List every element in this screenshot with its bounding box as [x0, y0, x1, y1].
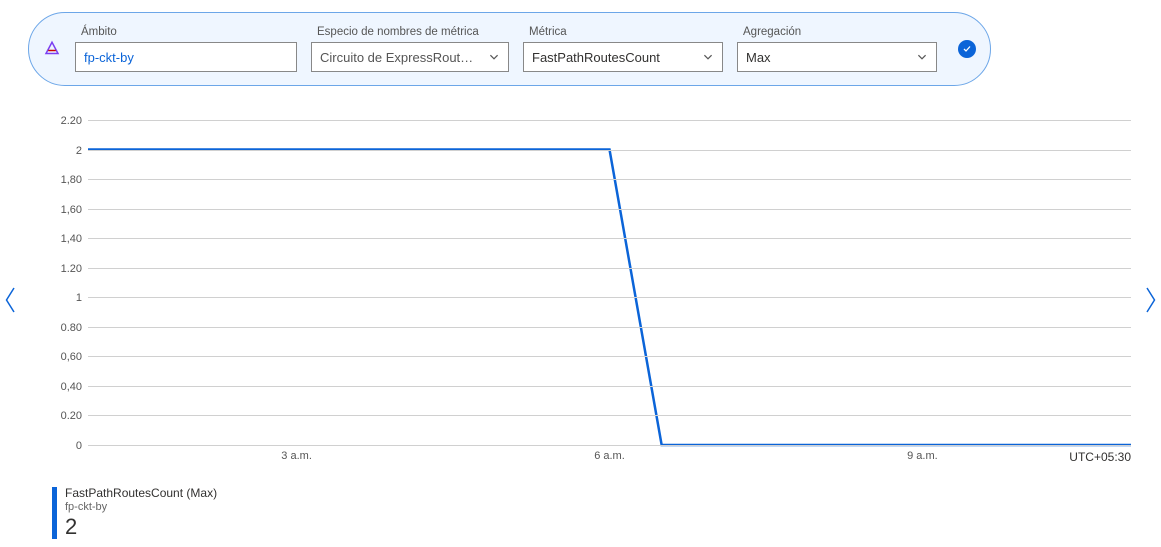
y-axis-tick-label: 1,40: [61, 233, 88, 245]
scope-icon: [43, 40, 61, 58]
chevron-down-icon: [702, 51, 714, 63]
chart-legend: FastPathRoutesCount (Max) fp-ckt-by 2: [52, 487, 217, 539]
prev-timerange-button[interactable]: [0, 280, 22, 320]
chart-gridline: 1,40: [88, 238, 1131, 239]
y-axis-tick-label: 1,80: [61, 174, 88, 186]
chart-gridline: 1: [88, 297, 1131, 298]
chart-gridline: 0,40: [88, 386, 1131, 387]
aggregation-label: Agregación: [737, 26, 937, 38]
confirm-check-icon[interactable]: [958, 40, 976, 58]
scope-label: Ámbito: [75, 26, 297, 38]
y-axis-tick-label: 2.20: [61, 115, 88, 127]
aggregation-select[interactable]: Max: [737, 42, 937, 72]
chart-gridline: 1,80: [88, 179, 1131, 180]
y-axis-tick-label: 0,60: [61, 351, 88, 363]
legend-color-swatch: [52, 487, 57, 539]
y-axis-tick-label: 0.20: [61, 410, 88, 422]
chart-x-axis: UTC+05:30 3 a.m. 6 a.m. 9 a.m.: [88, 446, 1131, 468]
chart-gridline: 2: [88, 150, 1131, 151]
chevron-down-icon: [916, 51, 928, 63]
scope-field: Ámbito fp-ckt-by: [75, 26, 297, 72]
legend-series-name: FastPathRoutesCount (Max): [65, 487, 217, 501]
y-axis-tick-label: 0: [76, 440, 88, 452]
chevron-down-icon: [488, 51, 500, 63]
aggregation-value: Max: [746, 50, 771, 65]
metric-label: Métrica: [523, 26, 723, 38]
x-axis-tick-label: 6 a.m.: [594, 450, 625, 462]
chart-series: [88, 120, 1131, 445]
aggregation-field: Agregación Max: [737, 26, 937, 72]
y-axis-tick-label: 1,60: [61, 204, 88, 216]
namespace-select[interactable]: Circuito de ExpressRoute…: [311, 42, 509, 72]
namespace-field: Especio de nombres de métrica Circuito d…: [311, 26, 509, 72]
y-axis-tick-label: 2: [76, 145, 88, 157]
scope-input[interactable]: fp-ckt-by: [75, 42, 297, 72]
metric-select[interactable]: FastPathRoutesCount: [523, 42, 723, 72]
namespace-value: Circuito de ExpressRoute…: [320, 50, 480, 65]
y-axis-tick-label: 1: [76, 292, 88, 304]
y-axis-tick-label: 0,40: [61, 381, 88, 393]
chart-gridline: 1.20: [88, 268, 1131, 269]
x-axis-tick-label: 3 a.m.: [281, 450, 312, 462]
chart-gridline: 2.20: [88, 120, 1131, 121]
chart-gridline: 1,60: [88, 209, 1131, 210]
legend-series-value: 2: [65, 514, 217, 539]
timezone-label: UTC+05:30: [1069, 450, 1131, 464]
y-axis-tick-label: 1.20: [61, 263, 88, 275]
next-timerange-button[interactable]: [1139, 280, 1161, 320]
metric-filter-bar: Ámbito fp-ckt-by Especio de nombres de m…: [28, 12, 991, 86]
chart-gridline: 0,60: [88, 356, 1131, 357]
namespace-label: Especio de nombres de métrica: [311, 26, 509, 38]
metric-value: FastPathRoutesCount: [532, 50, 660, 65]
legend-text: FastPathRoutesCount (Max) fp-ckt-by 2: [65, 487, 217, 539]
chart-gridline: 0.20: [88, 415, 1131, 416]
chart-gridline: 0.80: [88, 327, 1131, 328]
x-axis-tick-label: 9 a.m.: [907, 450, 938, 462]
chart-area: 2.2021,801,601,401.2010.800,600,400.200 …: [52, 120, 1131, 468]
metric-field: Métrica FastPathRoutesCount: [523, 26, 723, 72]
y-axis-tick-label: 0.80: [61, 322, 88, 334]
legend-series-resource: fp-ckt-by: [65, 501, 217, 514]
chart-grid: 2.2021,801,601,401.2010.800,600,400.200: [88, 120, 1131, 446]
